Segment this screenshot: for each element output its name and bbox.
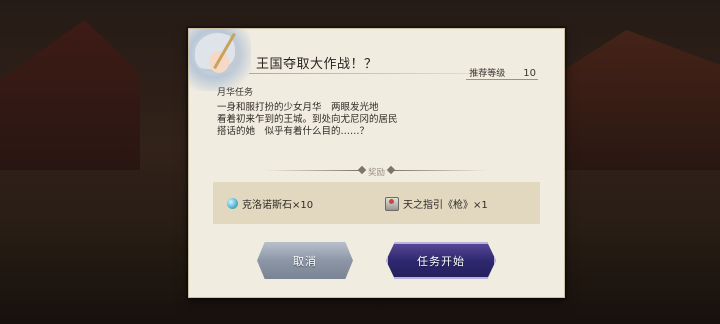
reward-ornament-right	[392, 170, 488, 171]
description-line: 一身和服打扮的少女月华 两眼发光地	[217, 102, 379, 113]
reward-item[interactable]: 克洛诺斯石×10	[227, 196, 313, 211]
ring-icon	[385, 196, 399, 211]
chronos-stone-icon	[227, 198, 238, 209]
description-line: 搭话的她 似乎有着什么目的……？	[217, 126, 370, 137]
quest-title: 王国夺取大作战！？	[256, 57, 378, 72]
cancel-button-label: 取消	[293, 254, 317, 268]
recommended-level-divider	[466, 79, 538, 80]
start-quest-button[interactable]: 任务开始	[386, 242, 496, 279]
quest-subtitle: 月华任务	[217, 88, 254, 98]
quest-dialog: 王国夺取大作战！？ 推荐等级 10 月华任务 一身和服打扮的少女月华 两眼发光地 …	[188, 28, 565, 298]
recommended-level: 推荐等级 10	[469, 66, 536, 79]
reward-label: 克洛诺斯石×10	[242, 200, 314, 211]
recommended-level-value: 10	[523, 68, 536, 79]
recommended-level-label: 推荐等级	[469, 69, 506, 79]
character-portrait	[189, 29, 251, 91]
reward-item[interactable]: 天之指引《枪》×1	[385, 196, 488, 211]
reward-label: 天之指引《枪》×1	[403, 200, 488, 211]
start-quest-button-label: 任务开始	[417, 254, 465, 268]
cancel-button[interactable]: 取消	[257, 242, 353, 279]
description-line: 看着初来乍到的王城。到处向尤尼冈的居民	[217, 114, 398, 125]
reward-list: 克洛诺斯石×10 天之指引《枪》×1	[213, 182, 540, 224]
reward-heading: 奖励	[367, 168, 385, 178]
quest-description: 一身和服打扮的少女月华 两眼发光地 看着初来乍到的王城。到处向尤尼冈的居民 搭话…	[217, 102, 537, 138]
